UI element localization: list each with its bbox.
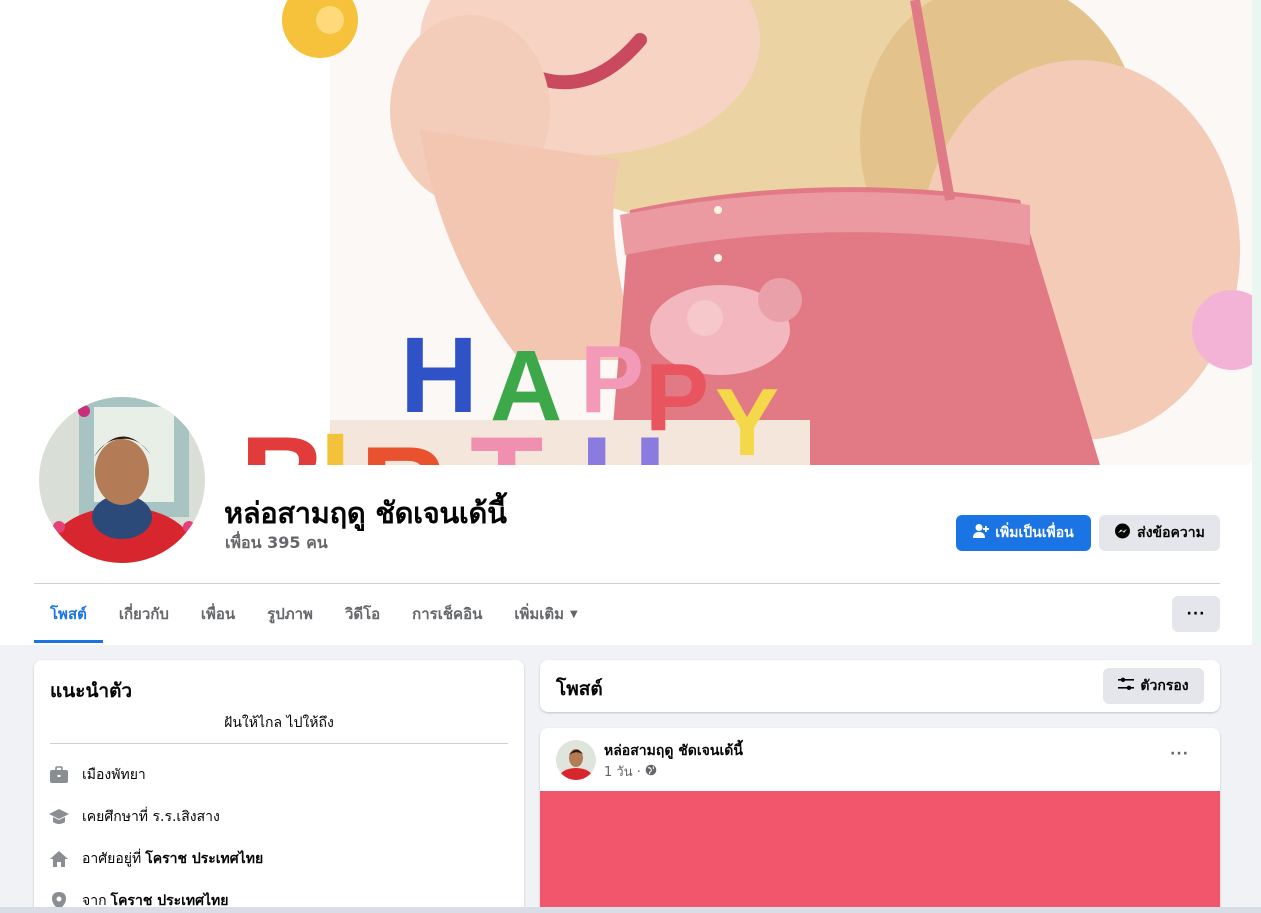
intro-divider <box>50 743 508 744</box>
caret-down-icon: ▼ <box>570 608 578 620</box>
message-button[interactable]: ส่งข้อความ <box>1099 515 1220 551</box>
window-scrollbar[interactable] <box>0 907 1261 913</box>
tab-checkins[interactable]: การเช็คอิน <box>396 596 498 632</box>
intro-education: เคยศึกษาที่ ร.ร.เสิงสาง <box>48 806 220 828</box>
tab-friends[interactable]: เพื่อน <box>185 596 251 632</box>
post-time[interactable]: 1 วัน · <box>604 761 641 782</box>
tab-more[interactable]: เพิ่มเติม ▼ <box>498 596 593 632</box>
messenger-icon <box>1114 523 1131 544</box>
tab-videos[interactable]: วิดีโอ <box>329 596 396 632</box>
message-label: ส่งข้อความ <box>1137 525 1205 541</box>
svg-text:I: I <box>320 411 351 465</box>
intro-title: แนะนำตัว <box>50 680 133 702</box>
intro-education-text: เคยศึกษาที่ ร.ร.เสิงสาง <box>82 809 220 825</box>
svg-text:B: B <box>240 412 327 465</box>
tab-posts[interactable]: โพสต์ <box>34 596 103 643</box>
home-icon <box>48 848 70 870</box>
page-edge <box>1252 0 1261 645</box>
profile-name: หล่อสามฤดู ชัดเจนเด้นี้ <box>224 496 507 530</box>
filter-label: ตัวกรอง <box>1140 678 1189 694</box>
briefcase-icon <box>48 764 70 786</box>
graduation-cap-icon <box>48 806 70 828</box>
filter-button[interactable]: ตัวกรอง <box>1103 668 1204 704</box>
header-divider <box>34 583 1220 584</box>
intro-lives: อาศัยอยู่ที่ โคราช ประเทศไทย <box>48 848 263 870</box>
intro-card: แนะนำตัว ฝันให้ไกล ไปให้ถึง เมืองพัทยา เ… <box>34 660 524 913</box>
intro-work: เมืองพัทยา <box>48 764 146 786</box>
posts-title: โพสต์ <box>556 678 603 700</box>
intro-lives-prefix: อาศัยอยู่ที่ <box>82 851 142 867</box>
tab-photos[interactable]: รูปภาพ <box>251 596 329 632</box>
post-author-avatar[interactable] <box>556 740 596 780</box>
svg-text:R: R <box>360 422 447 465</box>
happy-letter-h: H <box>400 314 478 435</box>
filter-icon <box>1118 677 1135 695</box>
profile-more-button[interactable]: ··· <box>1172 596 1220 632</box>
post-meta: 1 วัน · <box>604 761 657 782</box>
add-friend-button[interactable]: เพิ่มเป็นเพื่อน <box>956 515 1091 551</box>
tab-about[interactable]: เกี่ยวกับ <box>103 596 185 632</box>
cover-photo[interactable]: H A P P Y B I R T H <box>0 0 1252 465</box>
add-user-icon <box>973 523 990 543</box>
profile-tabs: โพสต์ เกี่ยวกับ เพื่อน รูปภาพ วิดีโอ การ… <box>34 596 594 644</box>
intro-bio: ฝันให้ไกล ไปให้ถึง <box>224 715 334 731</box>
posts-header-card: โพสต์ ตัวกรอง <box>540 660 1220 712</box>
post-card: หล่อสามฤดู ชัดเจนเด้นี้ 1 วัน · ··· <box>540 728 1220 913</box>
add-friend-label: เพิ่มเป็นเพื่อน <box>995 525 1074 541</box>
profile-avatar[interactable] <box>37 395 207 565</box>
intro-work-text: เมืองพัทยา <box>82 767 146 783</box>
svg-text:H: H <box>580 412 667 465</box>
globe-icon <box>645 764 657 780</box>
intro-lives-place[interactable]: โคราช ประเทศไทย <box>145 848 263 870</box>
friend-count[interactable]: เพื่อน 395 คน <box>225 531 328 556</box>
svg-text:T: T <box>470 412 543 465</box>
post-author-name[interactable]: หล่อสามฤดู ชัดเจนเด้นี้ <box>604 740 743 762</box>
svg-text:Y: Y <box>715 369 779 465</box>
post-image[interactable] <box>540 791 1220 913</box>
post-options-button[interactable]: ··· <box>1170 746 1189 762</box>
tab-more-label: เพิ่มเติม <box>514 605 565 623</box>
